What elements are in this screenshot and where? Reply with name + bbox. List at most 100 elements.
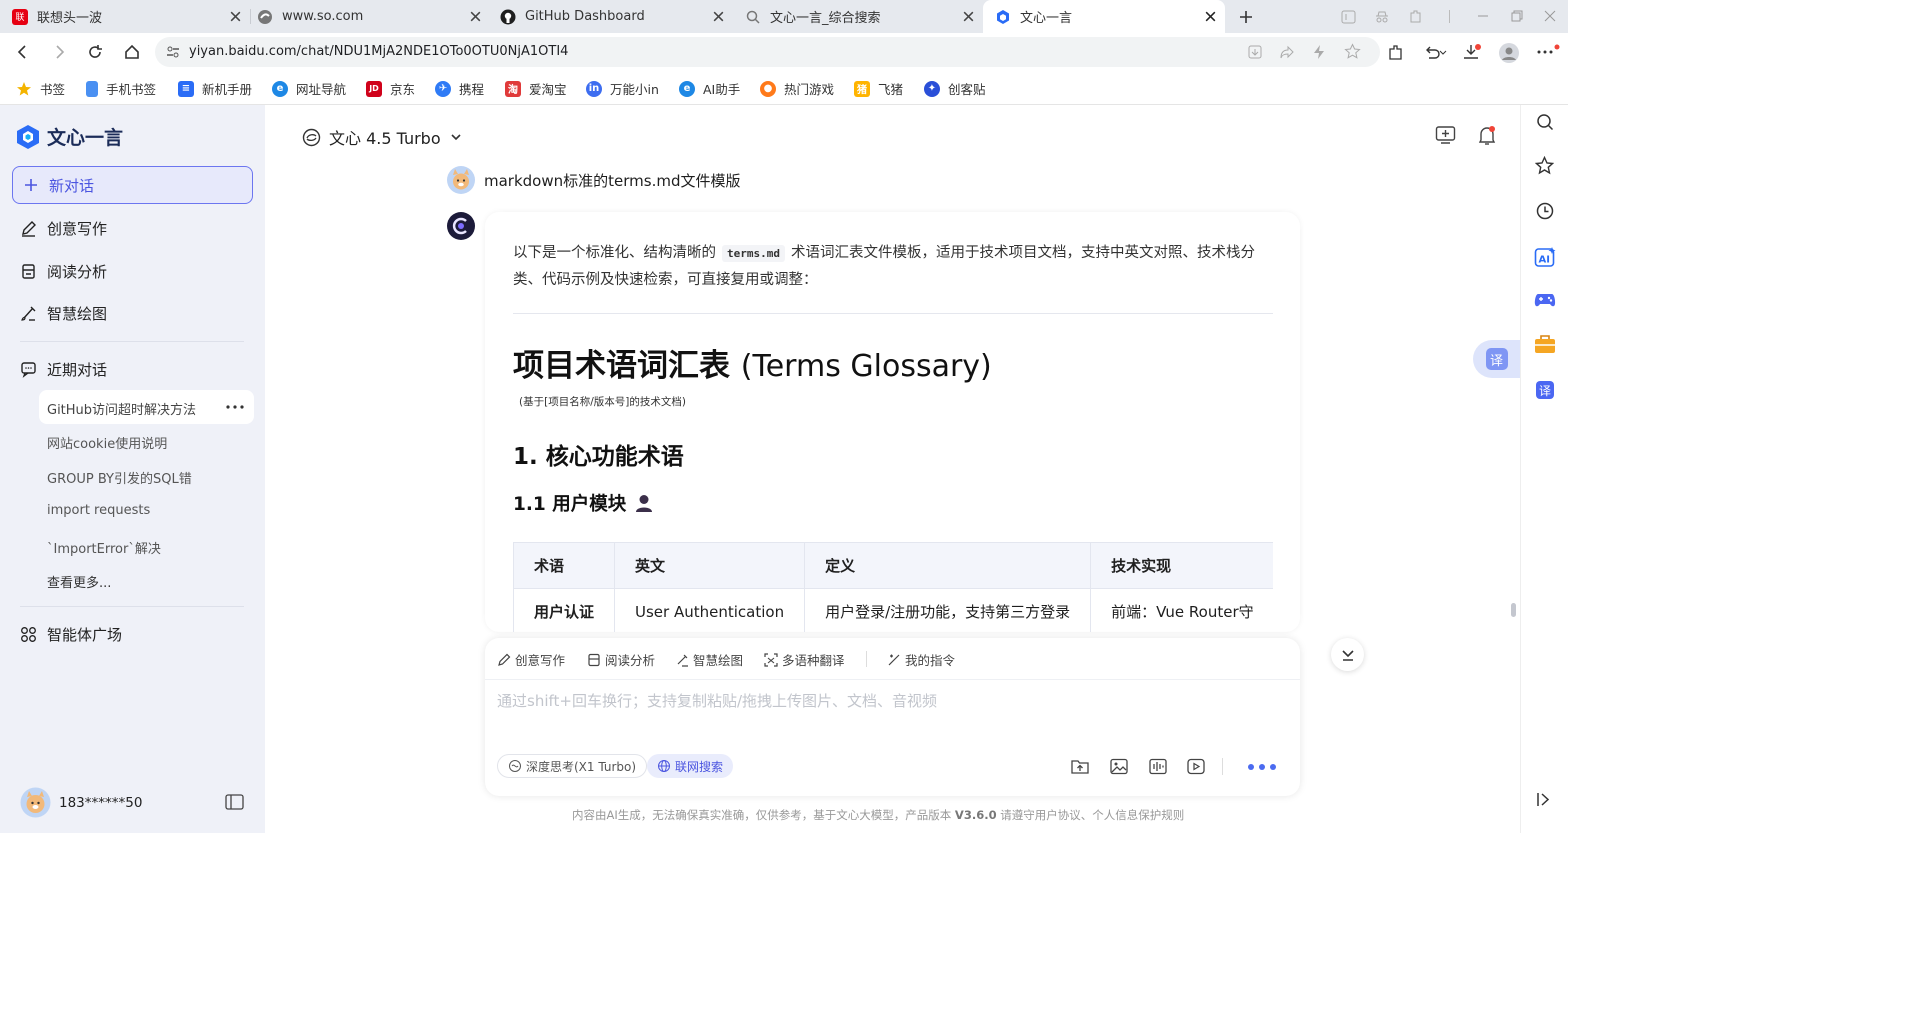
nav-smart-drawing[interactable]: 智慧绘图 [20,303,107,324]
tab-title: 联想头一波 [37,11,103,26]
upload-file-icon[interactable] [1071,758,1089,775]
notification-bell-icon[interactable] [1477,125,1497,146]
address-bar[interactable]: yiyan.baidu.com/chat/NDU1MjA2NDE1OTo0OTU… [155,37,1380,67]
tab-github[interactable]: GitHub Dashboard [488,0,733,33]
close-icon[interactable] [469,10,482,23]
tool-smart-drawing[interactable]: 智慧绘图 [675,650,743,669]
ai-assistant-icon[interactable]: AI [1534,246,1556,268]
floating-translate-button[interactable]: 译 [1473,340,1520,378]
bookmark-item[interactable]: ● 热门游戏 [760,79,834,98]
download-icon[interactable] [1463,44,1482,61]
expand-sidebar-icon[interactable] [1536,791,1553,808]
user-profile[interactable]: 183******50 [20,787,142,818]
gamepad-icon[interactable] [1534,291,1556,309]
restore-icon[interactable] [1510,9,1524,23]
extensions-icon[interactable] [1387,44,1404,61]
upload-image-icon[interactable] [1110,758,1128,775]
ai-assistant-icon: e [679,80,695,97]
page-scrollbar[interactable] [1511,603,1516,617]
bookmark-item[interactable]: JD 京东 [366,79,415,98]
nav-creative-writing[interactable]: 创意写作 [20,218,107,239]
more-menu-icon[interactable] [1536,44,1560,60]
nav-reading-analysis[interactable]: 阅读分析 [20,261,107,282]
undo-close-icon[interactable] [1423,44,1447,61]
toolbox-icon[interactable] [1534,334,1556,354]
divider [1222,758,1223,775]
close-icon[interactable] [962,10,975,23]
bookmark-star-icon[interactable] [1344,43,1361,60]
profile-icon[interactable] [1498,42,1520,64]
search-icon[interactable] [1536,113,1554,131]
site-info-icon[interactable] [166,45,180,59]
recent-chats-header: 近期对话 [20,359,107,380]
tool-creative-writing[interactable]: 创意写作 [497,650,565,669]
home-icon[interactable] [124,44,140,60]
bookmark-item[interactable]: e 网址导航 [272,79,346,98]
translate-icon[interactable]: 译 [1535,380,1555,400]
manual-icon: ≡ [178,80,194,97]
upload-video-icon[interactable] [1187,758,1205,775]
glossary-table-wrapper: 术语 英文 定义 技术实现 用户认证 User Authentication 用… [513,542,1273,632]
tool-reading-analysis[interactable]: 阅读分析 [587,650,655,669]
incognito-icon[interactable] [1374,10,1390,24]
bookmark-item[interactable]: ≡ 新机手册 [178,79,252,98]
view-more-link[interactable]: 查看更多... [47,572,111,591]
bookmark-item[interactable]: 书签 [16,79,65,98]
history-item[interactable]: import requests [47,503,150,518]
tab-list-icon[interactable] [1341,10,1356,24]
close-icon[interactable] [712,10,725,23]
reload-icon[interactable] [87,44,103,60]
message-input[interactable]: 通过shift+回车换行；支持复制粘贴/拖拽上传图片、文档、音视频 [497,690,1287,740]
avatar [20,787,51,818]
bookmark-item[interactable]: in 万能小in [586,79,659,98]
tab-search[interactable]: 文心一言_综合搜索 [733,0,983,33]
magic-wand-icon [888,654,900,665]
upload-audio-icon[interactable] [1149,758,1167,775]
close-icon[interactable] [229,10,242,23]
ctrip-icon: ✈ [435,80,451,97]
more-options-icon[interactable] [226,405,244,409]
bookmark-item[interactable]: 手机书签 [86,79,156,98]
scroll-to-bottom-button[interactable] [1331,638,1364,671]
new-tab-icon[interactable] [1238,9,1254,25]
tab-so[interactable]: www.so.com [245,0,490,33]
app-logo[interactable]: 文心一言 [16,123,123,150]
favorites-star-icon[interactable] [1535,156,1554,175]
speed-icon[interactable] [1312,44,1326,60]
history-clock-icon[interactable] [1536,202,1554,220]
document-icon [22,264,35,279]
tab-wenxin-active[interactable]: 文心一言 [983,0,1225,33]
collapse-sidebar-icon[interactable] [225,794,244,810]
new-chat-icon[interactable] [1435,125,1456,145]
model-selector[interactable]: 文心 4.5 Turbo [302,125,463,149]
glossary-table: 术语 英文 定义 技术实现 用户认证 User Authentication 用… [513,542,1273,632]
history-item-active[interactable]: GitHub访问超时解决方法 [39,390,254,424]
back-icon[interactable] [15,44,31,60]
history-item[interactable]: `ImportError`解决 [47,538,161,557]
tab-lenovo[interactable]: 联 联想头一波 [0,0,250,33]
minimize-icon[interactable] [1476,9,1490,23]
send-more-dots-icon[interactable] [1247,763,1277,771]
doc-heading-3: 1.1 用户模块 [513,490,654,516]
tool-my-prompts[interactable]: 我的指令 [887,650,955,669]
forward-icon[interactable] [51,44,67,60]
bookmark-item[interactable]: 猪飞猪 [854,79,903,98]
share-icon[interactable] [1279,44,1295,60]
history-item[interactable]: GROUP BY引发的SQL错 [47,468,192,487]
history-item[interactable]: 网站cookie使用说明 [47,433,167,452]
deep-think-toggle[interactable]: 深度思考(X1 Turbo) [497,754,648,778]
close-icon[interactable] [1204,10,1217,23]
install-app-icon[interactable] [1247,44,1263,60]
web-search-toggle[interactable]: 联网搜索 [647,754,734,778]
new-chat-button[interactable]: 新对话 [12,166,253,204]
pen-icon [498,653,511,666]
extension-icon[interactable] [1408,9,1423,24]
bookmark-item[interactable]: 淘爱淘宝 [505,79,567,98]
window-close-icon[interactable] [1543,9,1557,23]
tool-translate[interactable]: 多语种翻译 [764,650,845,669]
tab-title: 文心一言 [1020,11,1073,26]
bookmark-item[interactable]: ✈ 携程 [435,79,484,98]
nav-agent-plaza[interactable]: 智能体广场 [20,624,122,645]
bookmark-item[interactable]: ✦ 创客贴 [924,79,986,98]
bookmark-item[interactable]: e AI助手 [679,79,740,98]
